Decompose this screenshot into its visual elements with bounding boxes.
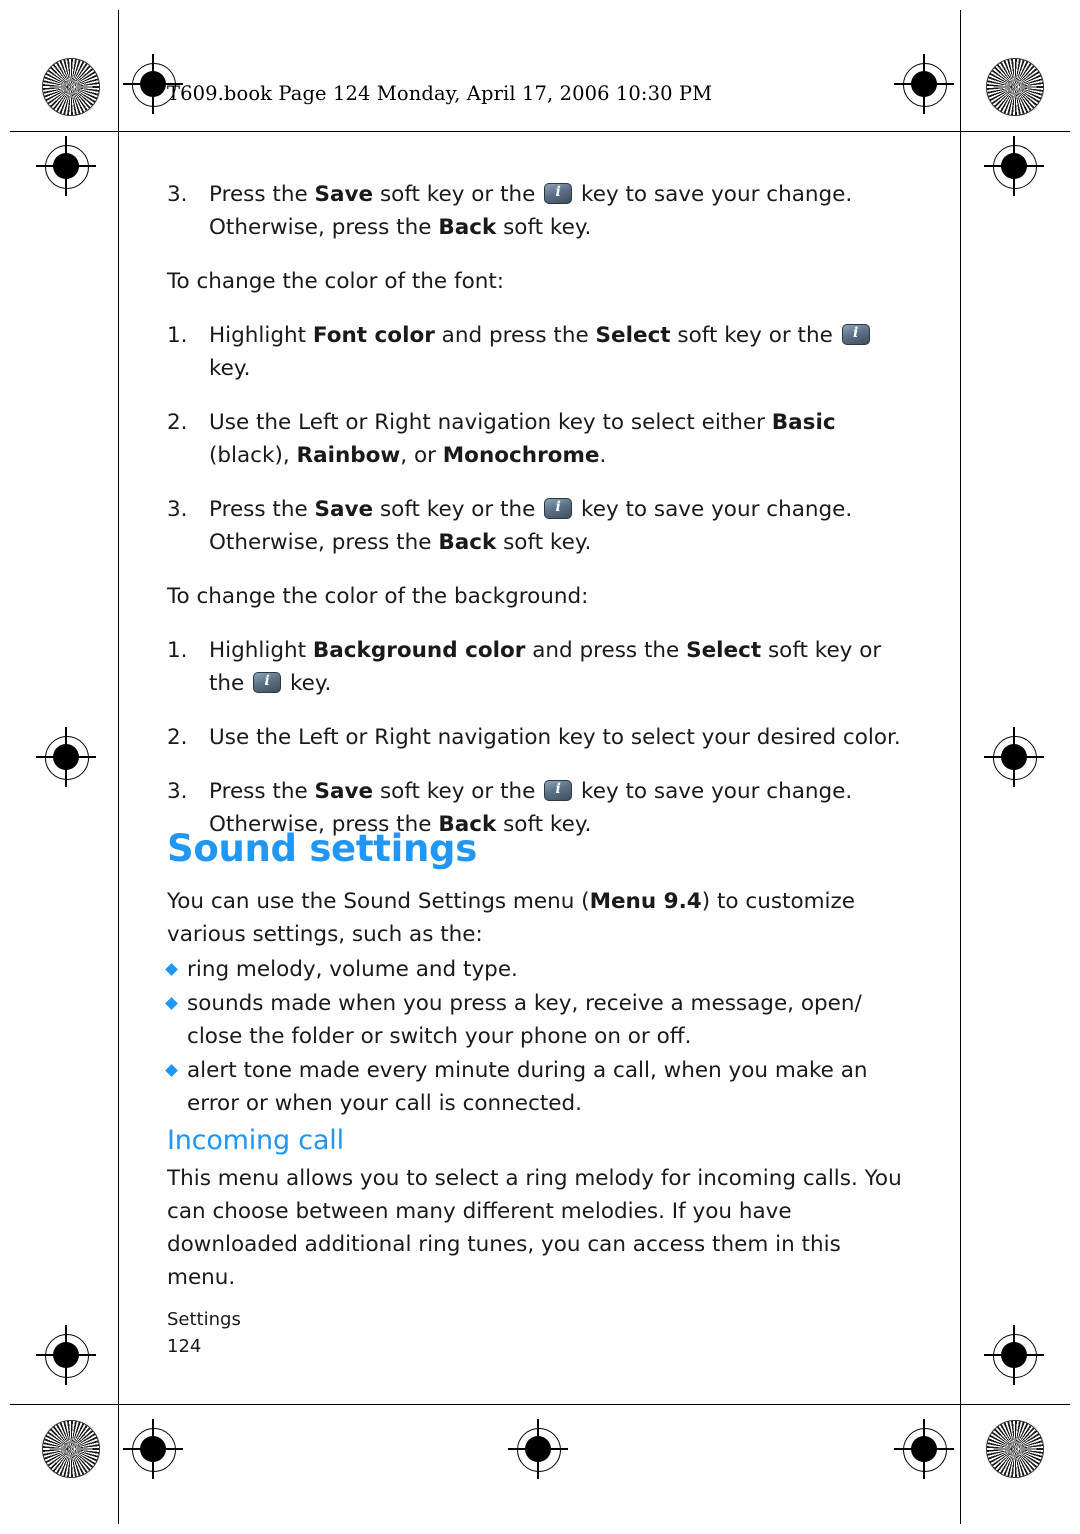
registration-rosette-bottom-right bbox=[986, 1420, 1044, 1478]
registration-rosette-top-left bbox=[42, 58, 100, 116]
registration-target-bottom-right bbox=[894, 1419, 954, 1479]
step-1-font-color: 1. Highlight Font color and press the Se… bbox=[167, 319, 907, 385]
text-fragment: and press the bbox=[525, 638, 687, 663]
text-fragment: soft key. bbox=[496, 812, 592, 837]
step-number: 1. bbox=[167, 638, 188, 663]
text-fragment: soft key or the bbox=[373, 182, 543, 207]
font-color-menu-label: Font color bbox=[312, 323, 435, 348]
incoming-call-body: This menu allows you to select a ring me… bbox=[167, 1162, 907, 1315]
crop-line-left bbox=[118, 10, 119, 1524]
monochrome-option-label: Monochrome bbox=[442, 443, 600, 468]
text-fragment: Use the Left or Right navigation key to … bbox=[209, 410, 772, 435]
list-item: sounds made when you press a key, receiv… bbox=[165, 987, 907, 1053]
incoming-call-paragraph: This menu allows you to select a ring me… bbox=[167, 1166, 902, 1290]
diamond-bullet-icon bbox=[165, 997, 178, 1010]
diamond-bullet-icon bbox=[165, 963, 178, 976]
registration-target-top-right bbox=[894, 54, 954, 114]
text-fragment: Press the bbox=[209, 182, 315, 207]
registration-rosette-bottom-left bbox=[42, 1420, 100, 1478]
step-text: Press the Save soft key or the key to sa… bbox=[209, 493, 907, 559]
text-fragment: key. bbox=[209, 356, 251, 381]
subsection-heading-incoming-call: Incoming call bbox=[167, 1125, 344, 1156]
text-fragment: soft key or the bbox=[373, 779, 543, 804]
step-number: 1. bbox=[167, 323, 188, 348]
registration-target-bottom-center bbox=[508, 1419, 568, 1479]
confirm-key-icon bbox=[841, 323, 870, 345]
page-footer: Settings 124 bbox=[167, 1306, 241, 1360]
footer-page-number: 124 bbox=[167, 1336, 202, 1357]
background-color-menu-label: Background color bbox=[312, 638, 526, 663]
text-fragment: Highlight bbox=[209, 638, 313, 663]
step-text: Use the Left or Right navigation key to … bbox=[209, 725, 901, 750]
section-heading-sound-settings: Sound settings bbox=[167, 827, 477, 870]
crop-line-top bbox=[10, 131, 1070, 132]
document-page: T609.book Page 124 Monday, April 17, 200… bbox=[0, 0, 1080, 1534]
select-softkey-label: Select bbox=[595, 323, 671, 348]
step-2-font-color: 2. Use the Left or Right navigation key … bbox=[167, 406, 907, 472]
step-2-background-color: 2. Use the Left or Right navigation key … bbox=[167, 721, 907, 754]
registration-target-center-right bbox=[984, 727, 1044, 787]
registration-target-center-left bbox=[36, 727, 96, 787]
intro-background-color: To change the color of the background: bbox=[167, 584, 589, 609]
registration-target-lower-left bbox=[36, 1325, 96, 1385]
back-softkey-label: Back bbox=[438, 530, 497, 555]
step-number: 3. bbox=[167, 182, 188, 207]
text-fragment: Press the bbox=[209, 779, 315, 804]
select-softkey-label: Select bbox=[686, 638, 762, 663]
step-text: Use the Left or Right navigation key to … bbox=[209, 406, 907, 472]
text-fragment: , or bbox=[400, 443, 443, 468]
confirm-key-icon bbox=[544, 182, 573, 204]
list-item: alert tone made every minute during a ca… bbox=[165, 1054, 907, 1120]
text-fragment: . bbox=[599, 443, 607, 468]
text-fragment: soft key. bbox=[496, 215, 592, 240]
text-fragment: You can use the Sound Settings menu ( bbox=[167, 889, 590, 914]
sound-settings-intro: You can use the Sound Settings menu (Men… bbox=[167, 885, 907, 951]
list-item-text: ring melody, volume and type. bbox=[187, 957, 518, 982]
rainbow-option-label: Rainbow bbox=[296, 443, 401, 468]
text-fragment: and press the bbox=[434, 323, 596, 348]
list-item: ring melody, volume and type. bbox=[165, 953, 907, 986]
crop-line-bottom bbox=[10, 1404, 1070, 1405]
confirm-key-icon bbox=[544, 779, 573, 801]
registration-rosette-top-right bbox=[986, 58, 1044, 116]
step-number: 3. bbox=[167, 497, 188, 522]
footer-section-name: Settings bbox=[167, 1309, 241, 1330]
diamond-bullet-icon bbox=[165, 1064, 178, 1077]
main-content: 3. Press the Save soft key or the key to… bbox=[167, 178, 907, 862]
menu-reference-label: Menu 9.4 bbox=[589, 889, 702, 914]
list-item-text: alert tone made every minute during a ca… bbox=[187, 1058, 868, 1116]
text-fragment: (black), bbox=[209, 443, 297, 468]
text-fragment: soft key or the bbox=[670, 323, 840, 348]
sound-settings-bullets: ring melody, volume and type. sounds mad… bbox=[165, 953, 907, 1120]
step-1-background-color: 1. Highlight Background color and press … bbox=[167, 634, 907, 700]
text-fragment: key. bbox=[283, 671, 332, 696]
step-3-save-font-style: 3. Press the Save soft key or the key to… bbox=[167, 178, 907, 244]
crop-line-right bbox=[960, 10, 961, 1524]
save-softkey-label: Save bbox=[314, 182, 374, 207]
registration-target-lower-right bbox=[984, 1325, 1044, 1385]
registration-target-mid-left bbox=[36, 136, 96, 196]
registration-target-mid-right bbox=[984, 136, 1044, 196]
save-softkey-label: Save bbox=[314, 497, 374, 522]
confirm-key-icon bbox=[544, 497, 573, 519]
back-softkey-label: Back bbox=[438, 215, 497, 240]
save-softkey-label: Save bbox=[314, 779, 374, 804]
page-header-text: T609.book Page 124 Monday, April 17, 200… bbox=[167, 82, 713, 105]
step-text: Press the Save soft key or the key to sa… bbox=[209, 178, 907, 244]
step-number: 2. bbox=[167, 725, 188, 750]
text-fragment: soft key. bbox=[496, 530, 592, 555]
step-text: Highlight Font color and press the Selec… bbox=[209, 319, 907, 385]
registration-target-bottom-left bbox=[123, 1419, 183, 1479]
step-3-save-font-color: 3. Press the Save soft key or the key to… bbox=[167, 493, 907, 559]
text-fragment: Press the bbox=[209, 497, 315, 522]
step-text: Highlight Background color and press the… bbox=[209, 634, 907, 700]
list-item-text: sounds made when you press a key, receiv… bbox=[187, 991, 862, 1049]
intro-font-color: To change the color of the font: bbox=[167, 269, 505, 294]
confirm-key-icon bbox=[253, 671, 282, 693]
step-number: 2. bbox=[167, 410, 188, 435]
basic-option-label: Basic bbox=[771, 410, 836, 435]
text-fragment: Highlight bbox=[209, 323, 313, 348]
sound-settings-body: You can use the Sound Settings menu (Men… bbox=[165, 885, 907, 1121]
text-fragment: soft key or the bbox=[373, 497, 543, 522]
